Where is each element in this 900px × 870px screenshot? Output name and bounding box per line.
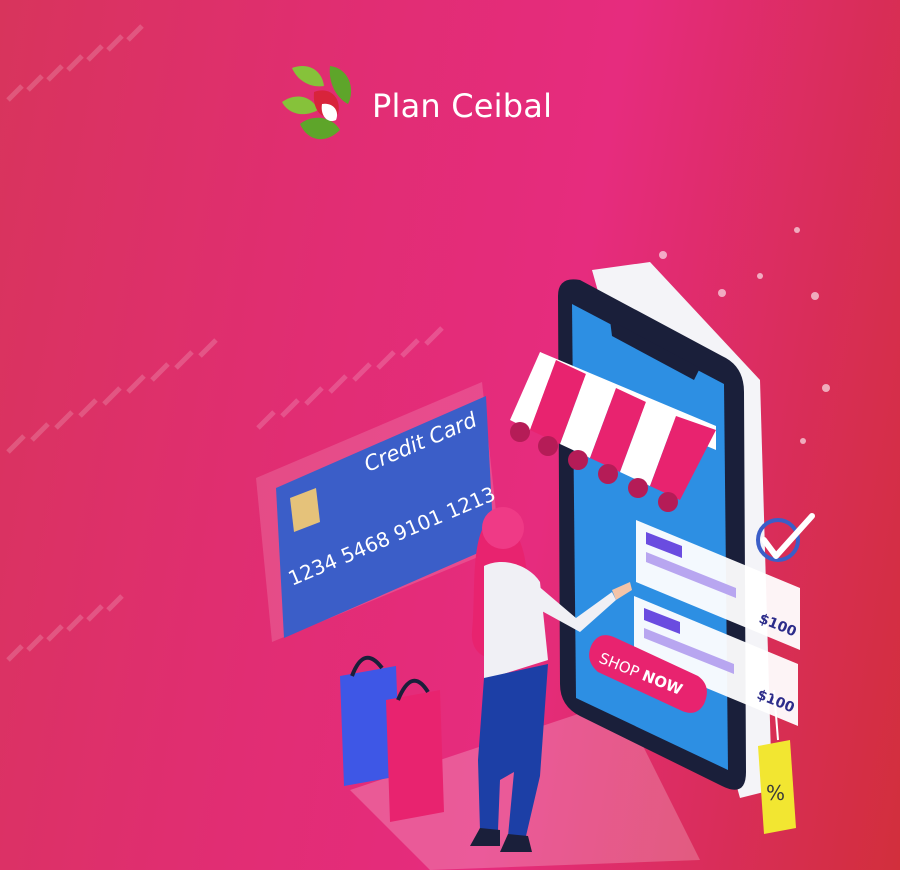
checkmark-icon bbox=[756, 513, 815, 562]
smartphone bbox=[558, 262, 772, 798]
hero-banner: Plan Ceibal Credit Card 1234 5468 9101 1… bbox=[0, 0, 900, 870]
discount-symbol: % bbox=[766, 781, 785, 805]
shopping-illustration: Credit Card 1234 5468 9101 1213 $100 $10… bbox=[256, 262, 815, 870]
credit-card: Credit Card 1234 5468 9101 1213 bbox=[256, 382, 500, 642]
shopping-bags bbox=[340, 655, 444, 822]
